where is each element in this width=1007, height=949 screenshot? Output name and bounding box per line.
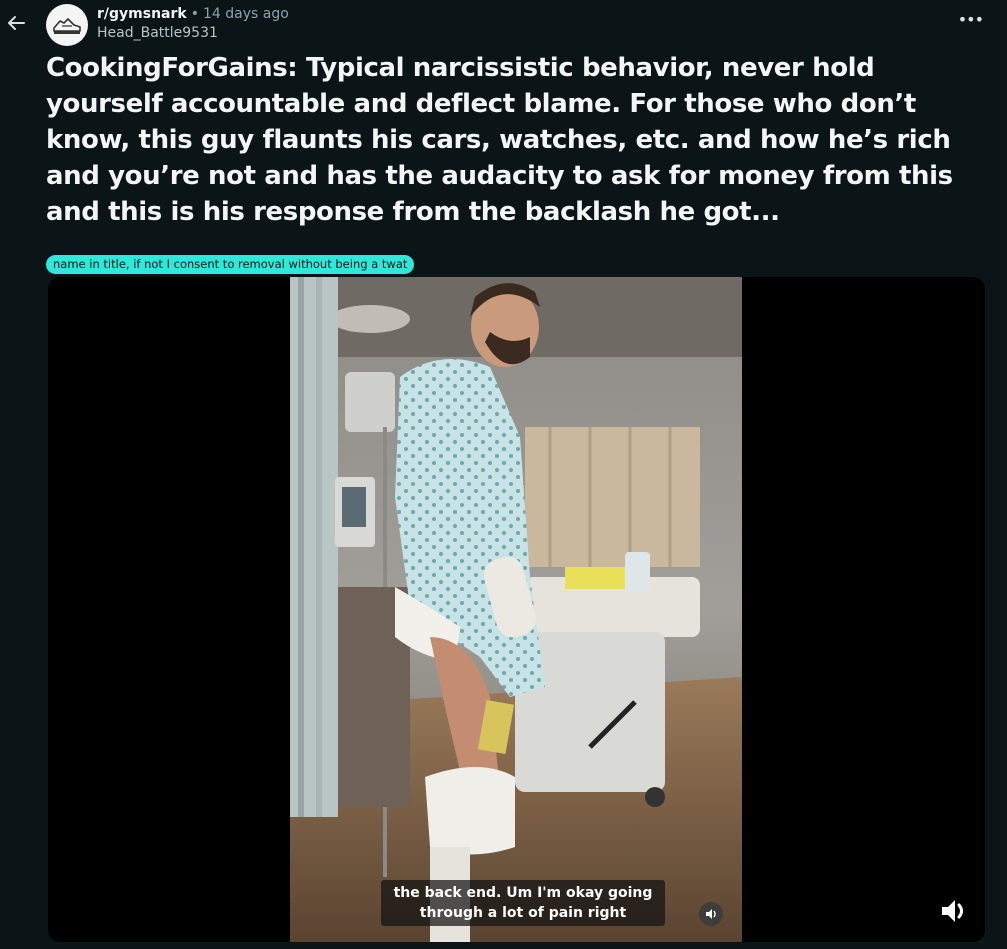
post-meta: r/gymsnark • 14 days ago Head_Battle9531 bbox=[97, 5, 289, 43]
shoe-logo-icon bbox=[53, 18, 81, 34]
arrow-left-icon bbox=[8, 16, 25, 30]
more-options-button[interactable]: ••• bbox=[957, 10, 984, 29]
subreddit-avatar[interactable] bbox=[46, 4, 88, 46]
video-still-image bbox=[290, 277, 742, 942]
ellipsis-icon: ••• bbox=[957, 10, 984, 29]
video-mute-button[interactable] bbox=[699, 902, 723, 926]
video-caption: the back end. Um I'm okay going through … bbox=[381, 880, 665, 926]
post-age: 14 days ago bbox=[202, 6, 289, 22]
speaker-icon bbox=[706, 909, 716, 919]
speaker-icon bbox=[942, 900, 963, 922]
post-flair[interactable]: name in title, if not I consent to remov… bbox=[46, 255, 415, 274]
author-link[interactable]: Head_Battle9531 bbox=[97, 24, 289, 43]
video-player[interactable] bbox=[48, 277, 985, 942]
video-frame bbox=[290, 277, 742, 942]
subreddit-link[interactable]: r/gymsnark bbox=[97, 6, 187, 22]
post-meta-top: r/gymsnark • 14 days ago bbox=[97, 5, 289, 24]
caption-line-2: through a lot of pain right bbox=[419, 905, 627, 921]
meta-separator: • bbox=[190, 6, 199, 22]
post-view: r/gymsnark • 14 days ago Head_Battle9531 •… bbox=[0, 0, 1007, 949]
post-title: CookingForGains: Typical narcissistic be… bbox=[46, 53, 953, 227]
back-button[interactable] bbox=[3, 10, 29, 36]
player-volume-button[interactable] bbox=[937, 895, 971, 927]
caption-line-1: the back end. Um I'm okay going bbox=[393, 885, 653, 901]
